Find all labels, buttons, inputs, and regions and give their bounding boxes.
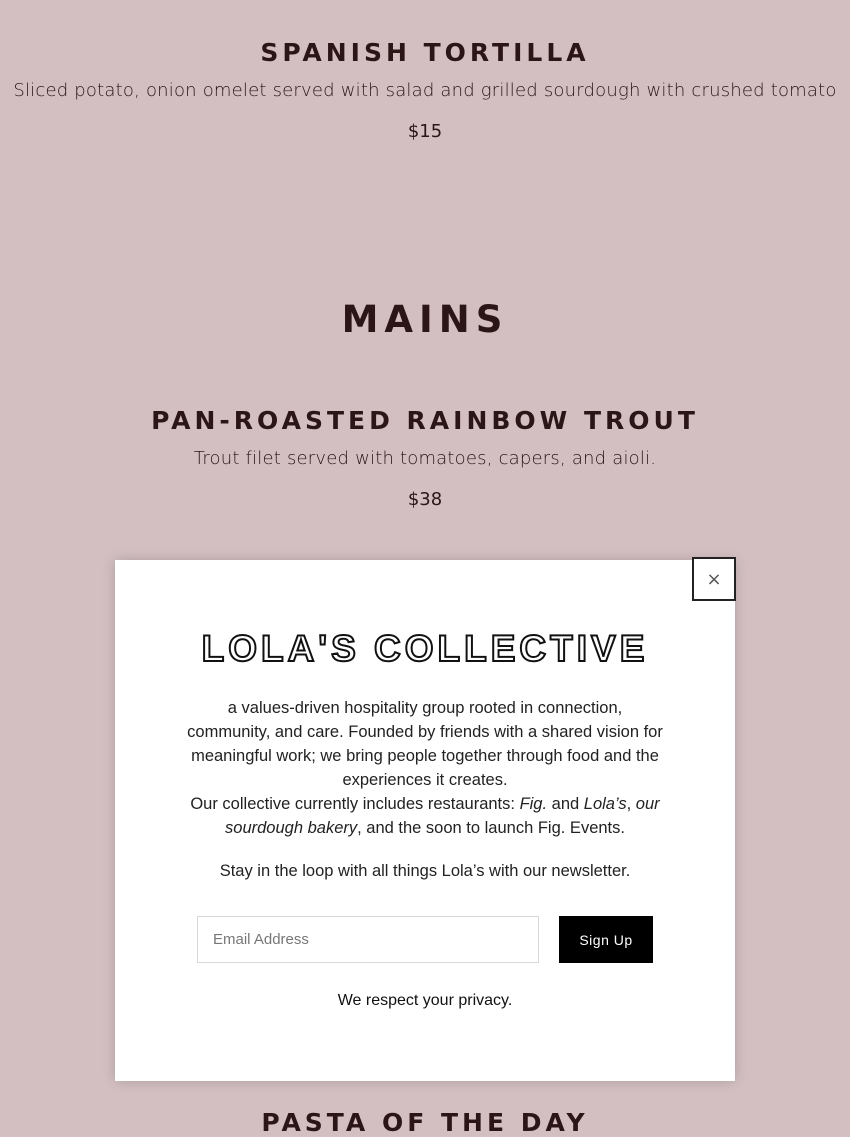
restaurant-name: Fig. <box>519 795 548 813</box>
brand-logo-text: LOLA'S COLLECTIVE <box>201 627 649 670</box>
dish-price: $38 <box>407 489 443 510</box>
blurb-paragraph: a values-driven hospitality group rooted… <box>187 699 663 789</box>
email-field[interactable] <box>197 916 539 963</box>
newsletter-modal: × LOLA'S COLLECTIVE a values-driven hosp… <box>115 557 736 1081</box>
dish-name: SPANISH TORTILLA <box>260 38 590 67</box>
dish-name: PAN-ROASTED RAINBOW TROUT <box>151 406 699 435</box>
blurb-text: Our collective currently includes restau… <box>190 795 520 813</box>
dish-description: Sliced potato, onion omelet served with … <box>13 80 837 101</box>
newsletter-text: Stay in the loop with all things Lola’s … <box>219 862 631 880</box>
close-button[interactable]: × <box>692 557 736 601</box>
blurb-text: and <box>547 795 584 813</box>
restaurant-name: Lola’s <box>583 795 627 813</box>
blurb-text: , and the soon to launch Fig. Events. <box>357 819 625 837</box>
sign-up-button[interactable]: Sign Up <box>559 916 653 963</box>
dish-description: Trout filet served with tomatoes, capers… <box>193 448 657 469</box>
dish-price: $15 <box>407 121 443 142</box>
blurb-text: , <box>626 795 636 813</box>
modal-blurb: a values-driven hospitality group rooted… <box>185 696 665 840</box>
privacy-note: We respect your privacy. <box>337 992 513 1009</box>
blurb-restaurants: Our collective currently includes restau… <box>185 792 665 840</box>
dish-name: PASTA OF THE DAY <box>261 1108 589 1137</box>
section-title: MAINS <box>341 298 509 341</box>
